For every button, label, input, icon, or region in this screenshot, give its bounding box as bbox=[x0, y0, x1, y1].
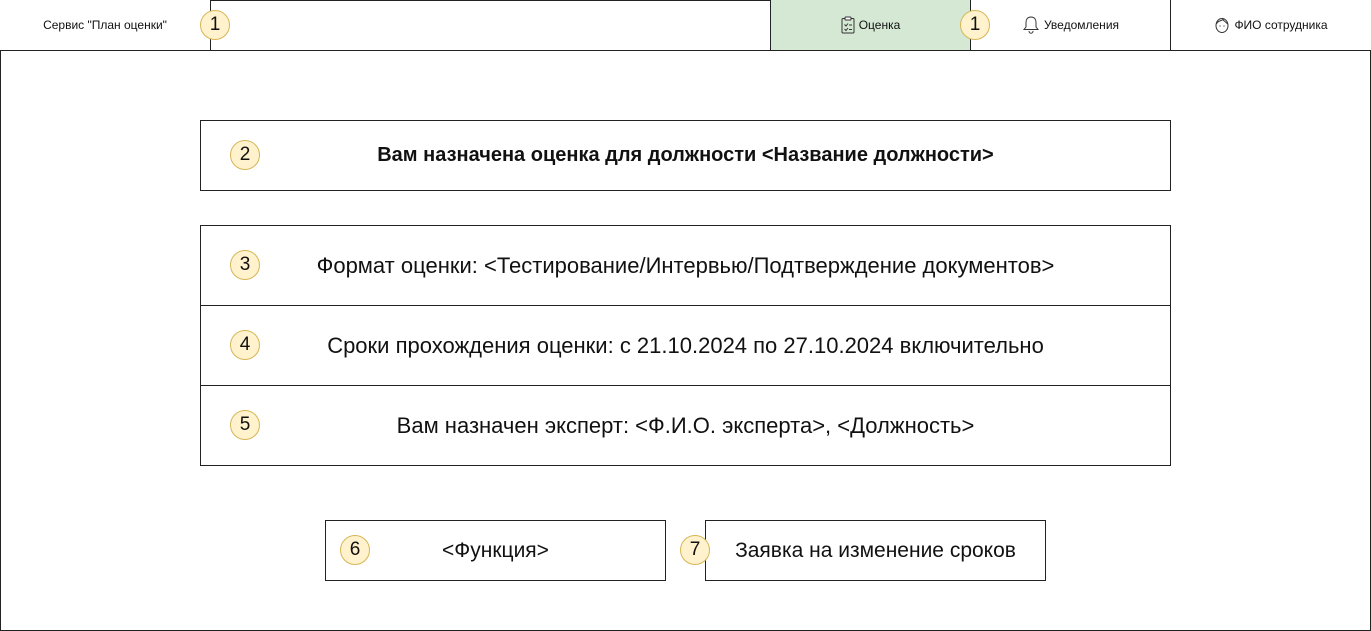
change-deadline-request-button[interactable]: Заявка на изменение сроков bbox=[705, 520, 1046, 581]
function-button-label: <Функция> bbox=[442, 538, 549, 562]
annotation-marker: 3 bbox=[230, 250, 260, 280]
annotation-marker: 5 bbox=[230, 410, 260, 440]
assessment-format-row: Формат оценки: <Тестирование/Интервью/По… bbox=[200, 225, 1171, 306]
assessment-format-text: Формат оценки: <Тестирование/Интервью/По… bbox=[316, 252, 1055, 278]
nav-tab-notifications-label: Уведомления bbox=[1043, 18, 1120, 32]
assessment-deadline-text: Сроки прохождения оценки: с 21.10.2024 п… bbox=[327, 332, 1044, 358]
service-title: Сервис "План оценки" bbox=[0, 0, 211, 51]
nav-tab-assessment[interactable]: Оценка bbox=[770, 0, 971, 51]
assignment-heading: Вам назначена оценка для должности <Назв… bbox=[200, 120, 1171, 191]
annotation-marker: 1 bbox=[200, 10, 230, 40]
nav-tab-assessment-label: Оценка bbox=[858, 18, 901, 32]
nav-tab-employee[interactable]: ФИО сотрудника bbox=[1170, 0, 1371, 51]
service-title-label: Сервис "План оценки" bbox=[43, 18, 167, 32]
assigned-expert-row: Вам назначен эксперт: <Ф.И.О. эксперта>,… bbox=[200, 385, 1171, 466]
nav-tab-notifications[interactable]: Уведомления bbox=[970, 0, 1171, 51]
annotation-marker: 6 bbox=[340, 535, 370, 565]
assignment-heading-text: Вам назначена оценка для должности <Назв… bbox=[377, 144, 994, 166]
user-face-icon bbox=[1214, 16, 1230, 34]
assessment-deadline-row: Сроки прохождения оценки: с 21.10.2024 п… bbox=[200, 305, 1171, 386]
annotation-marker: 4 bbox=[230, 330, 260, 360]
assigned-expert-text: Вам назначен эксперт: <Ф.И.О. эксперта>,… bbox=[396, 412, 975, 438]
bell-icon bbox=[1022, 15, 1040, 35]
annotation-marker: 2 bbox=[230, 140, 260, 170]
annotation-marker: 7 bbox=[680, 535, 710, 565]
clipboard-icon bbox=[841, 16, 855, 34]
change-deadline-request-label: Заявка на изменение сроков bbox=[735, 538, 1016, 562]
nav-tab-employee-label: ФИО сотрудника bbox=[1234, 18, 1328, 32]
annotation-marker: 1 bbox=[960, 10, 990, 40]
function-button[interactable]: <Функция> bbox=[325, 520, 666, 581]
